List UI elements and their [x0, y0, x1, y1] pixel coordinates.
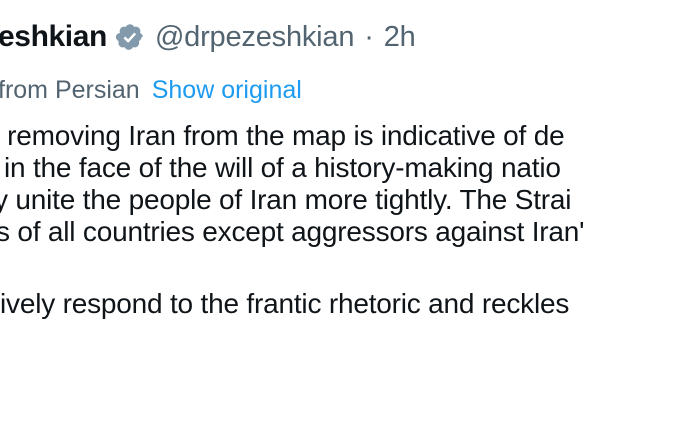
tweet-text-line: f removing Iran from the map is indicati… [0, 120, 565, 151]
translation-notice: from Persian Show original [0, 70, 302, 110]
tweet-text-line: y unite the people of Iran more tightly.… [0, 184, 572, 215]
translated-from-label: from Persian [0, 75, 140, 104]
verified-badge-icon [115, 22, 145, 52]
author-display-name[interactable]: eshkian [0, 20, 107, 54]
tweet-text-line: s of all countries except aggressors aga… [0, 216, 585, 247]
tweet-card: eshkian @drpezeshkian · 2h from Persian … [0, 0, 686, 440]
tweet-text: f removing Iran from the map is indicati… [0, 120, 686, 320]
header-separator: · [364, 20, 374, 53]
tweet-text-line: in the face of the will of a history-mak… [4, 152, 561, 183]
tweet-text-line: ively respond to the frantic rhetoric an… [0, 288, 570, 319]
show-original-link[interactable]: Show original [152, 76, 302, 105]
tweet-timestamp[interactable]: 2h [384, 21, 416, 54]
tweet-header: eshkian @drpezeshkian · 2h [0, 14, 416, 60]
author-handle[interactable]: @drpezeshkian [155, 21, 355, 54]
